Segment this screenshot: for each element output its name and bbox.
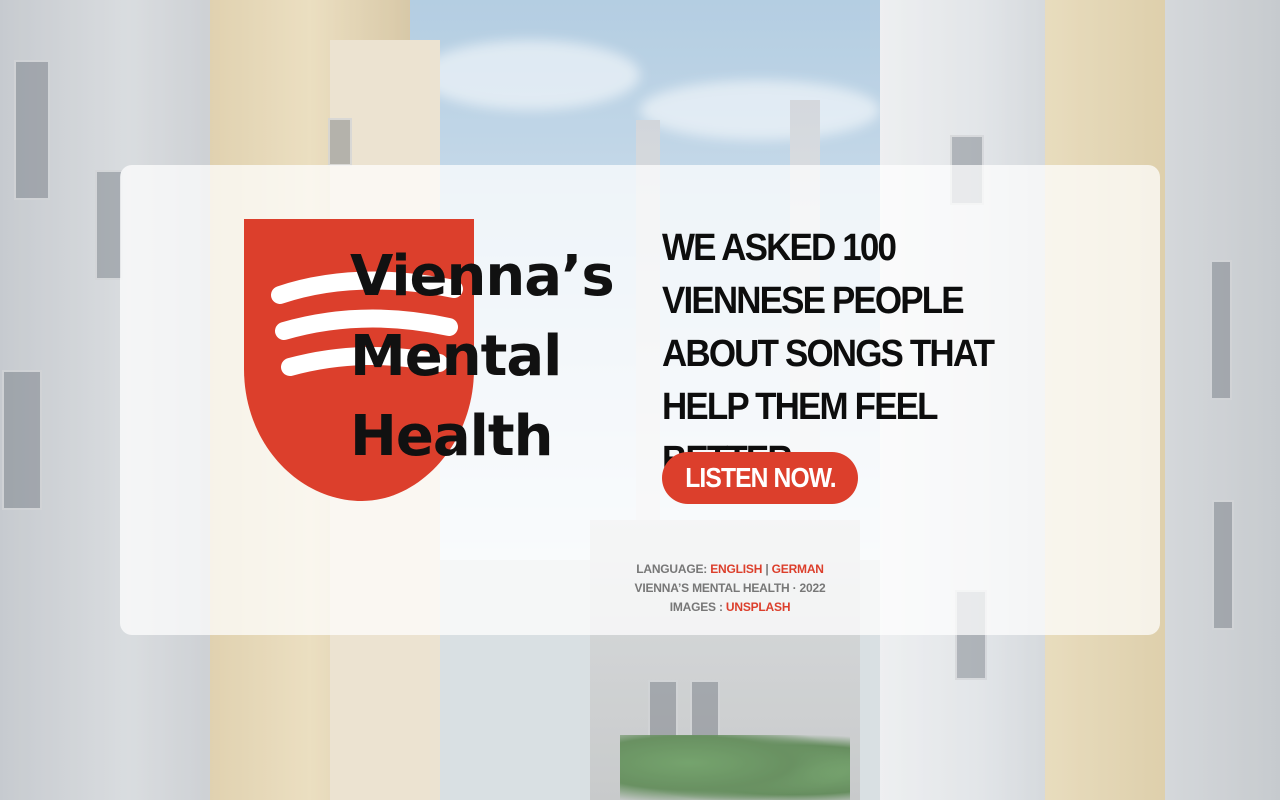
listen-now-button[interactable]: Listen now. (662, 452, 858, 504)
headline: We asked 100 Viennese people about songs… (662, 227, 995, 481)
logo-line-1: Vienna’s (350, 244, 615, 309)
images-label: Images : (669, 600, 726, 614)
brand-logo: Vienna’s Mental Health (244, 219, 615, 504)
unsplash-link[interactable]: Unsplash (726, 600, 791, 614)
language-row: Language: English | German (460, 560, 1000, 579)
images-credit-row: Images : Unsplash (460, 598, 1000, 617)
language-label: Language: (636, 562, 711, 576)
footer-info: Language: English | German Vienna’s Ment… (460, 560, 1000, 617)
language-german-link[interactable]: German (772, 562, 824, 576)
credit-line: Vienna’s Mental Health · 2022 (634, 581, 826, 595)
listen-now-label: Listen now. (684, 462, 836, 493)
logo-line-2: Mental (350, 324, 562, 389)
logo-line-3: Health (350, 404, 553, 469)
language-english-link[interactable]: English (710, 562, 762, 576)
